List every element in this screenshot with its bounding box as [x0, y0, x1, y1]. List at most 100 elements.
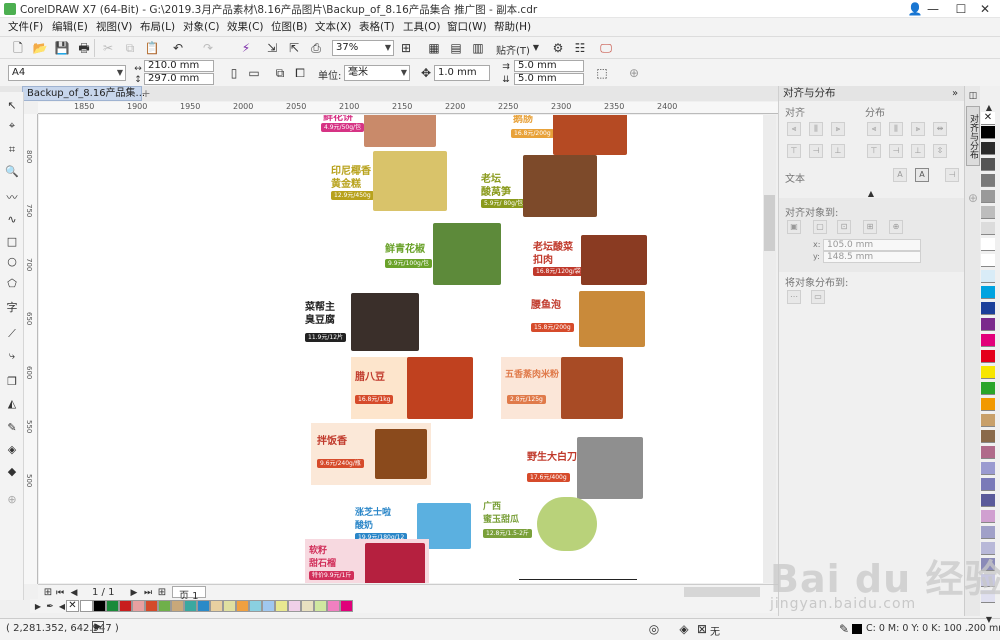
current-page-icon[interactable]: ⧠: [292, 65, 308, 81]
color-swatch[interactable]: [981, 478, 995, 491]
color-swatch[interactable]: [981, 254, 995, 267]
save-icon[interactable]: 💾: [54, 40, 70, 56]
align-right-icon[interactable]: ⫸: [831, 122, 845, 136]
distribute-top-icon[interactable]: ⊤: [867, 144, 881, 158]
print-icon[interactable]: 🖶: [76, 40, 92, 56]
scrollbar-thumb[interactable]: [764, 195, 775, 251]
drop-shadow-icon[interactable]: ❐: [4, 374, 20, 390]
minimize-button[interactable]: —: [918, 0, 948, 18]
page-edge-icon[interactable]: ▢: [813, 220, 827, 234]
menu-window[interactable]: 窗口(W): [447, 19, 487, 34]
color-swatch[interactable]: [275, 600, 288, 612]
color-swatch[interactable]: [981, 270, 995, 283]
color-swatch[interactable]: [197, 600, 210, 612]
color-swatch[interactable]: [981, 334, 995, 347]
parallel-dimension-icon[interactable]: ⟋: [4, 326, 20, 342]
smart-fill-icon[interactable]: ◆: [4, 464, 20, 480]
product-tile[interactable]: 五香蒸肉米粉 2.8元/125g: [501, 357, 623, 419]
color-swatch[interactable]: [184, 600, 197, 612]
menu-object[interactable]: 对象(C): [183, 19, 220, 34]
distribute-spacing-h-icon[interactable]: ⇹: [933, 122, 947, 136]
text-tool-icon[interactable]: 字: [4, 300, 20, 316]
text-bounding-box-icon[interactable]: A: [915, 168, 929, 182]
distribute-page-icon[interactable]: ▭: [811, 290, 825, 304]
color-swatch[interactable]: [981, 222, 995, 235]
color-swatch[interactable]: [981, 126, 995, 139]
vertical-ruler[interactable]: 800 750 700 650 600 550 500: [24, 114, 38, 584]
freehand-tool-icon[interactable]: 〰: [4, 190, 20, 206]
color-swatch[interactable]: [171, 600, 184, 612]
color-swatch[interactable]: [236, 600, 249, 612]
color-swatch[interactable]: [981, 494, 995, 507]
page-center-icon[interactable]: ⊡: [837, 220, 851, 234]
menu-file[interactable]: 文件(F): [8, 19, 43, 34]
color-proof-icon[interactable]: ◎: [646, 621, 662, 637]
menu-layout[interactable]: 布局(L): [140, 19, 175, 34]
color-swatch[interactable]: [314, 600, 327, 612]
menu-effects[interactable]: 效果(C): [227, 19, 264, 34]
open-icon[interactable]: 📂: [32, 40, 48, 56]
menu-tools[interactable]: 工具(O): [403, 19, 440, 34]
color-swatch[interactable]: [340, 600, 353, 612]
color-swatch[interactable]: [981, 286, 995, 299]
show-guidelines-icon[interactable]: ▥: [470, 40, 486, 56]
all-pages-icon[interactable]: ⧉: [272, 65, 288, 81]
product-tile[interactable]: 拌饭香 9.6元/240g/瓶: [311, 423, 431, 485]
distribute-bottom-icon[interactable]: ⊥: [911, 144, 925, 158]
add-tool-icon[interactable]: ⊕: [4, 492, 20, 508]
page-border-icon[interactable]: ⬚: [594, 65, 610, 81]
product-tile[interactable]: 菜帮主 臭豆腐 11.9元/12片: [301, 293, 421, 351]
export-icon[interactable]: ⇱: [286, 40, 302, 56]
color-swatch[interactable]: [981, 318, 995, 331]
paste-icon[interactable]: 📋: [144, 40, 160, 56]
distribute-selection-icon[interactable]: ⋯: [787, 290, 801, 304]
landscape-icon[interactable]: ▭: [246, 65, 262, 81]
color-swatch[interactable]: [288, 600, 301, 612]
align-y-input[interactable]: 148.5 mm: [823, 251, 921, 263]
no-fill-swatch[interactable]: ✕: [66, 600, 79, 612]
add-icon[interactable]: ⊕: [626, 65, 642, 81]
product-tile[interactable]: 老坛酸菜 扣肉 16.8元/120g/袋: [529, 233, 649, 289]
color-swatch[interactable]: [145, 600, 158, 612]
color-swatch[interactable]: [210, 600, 223, 612]
cut-icon[interactable]: ✂: [100, 40, 116, 56]
product-tile[interactable]: 野生大白刀 17.6元/400g: [525, 437, 645, 499]
monitor-icon[interactable]: 🖵: [598, 40, 614, 56]
active-objects-icon[interactable]: ▣: [787, 220, 801, 234]
color-swatch[interactable]: [981, 446, 995, 459]
redo-icon[interactable]: ↷: [200, 40, 216, 56]
fill-bucket-icon[interactable]: ◈: [676, 621, 692, 637]
chevron-down-icon[interactable]: ▼: [528, 40, 544, 56]
align-top-icon[interactable]: ⊤: [787, 144, 801, 158]
color-swatch[interactable]: [301, 600, 314, 612]
copy-icon[interactable]: ⧉: [122, 40, 138, 56]
search-content-icon[interactable]: ⚡: [238, 40, 254, 56]
vertical-scrollbar[interactable]: [763, 115, 776, 583]
align-center-h-icon[interactable]: ⫼: [809, 122, 823, 136]
distribute-right-icon[interactable]: ⫸: [911, 122, 925, 136]
artistic-media-icon[interactable]: ∿: [4, 212, 20, 228]
eyedropper-tool-icon[interactable]: ✎: [4, 420, 20, 436]
shape-tool-icon[interactable]: ⌖: [4, 118, 20, 134]
close-button[interactable]: ✕: [970, 0, 1000, 18]
menu-edit[interactable]: 编辑(E): [52, 19, 88, 34]
color-swatch[interactable]: [119, 600, 132, 612]
product-tile[interactable]: 广西 蜜玉甜瓜 12.8元/1.5-2斤: [479, 495, 599, 553]
menu-text[interactable]: 文本(X): [315, 19, 351, 34]
color-swatch[interactable]: [981, 190, 995, 203]
ellipse-tool-icon[interactable]: ○: [4, 254, 20, 270]
menu-table[interactable]: 表格(T): [359, 19, 395, 34]
color-swatch[interactable]: [981, 382, 995, 395]
product-tile[interactable]: 腊八豆 16.8元/1kg: [351, 357, 473, 419]
menu-view[interactable]: 视图(V): [96, 19, 132, 34]
horizontal-ruler[interactable]: 1850 1900 1950 2000 2050 2100 2150 2200 …: [38, 102, 778, 114]
add-docker-icon[interactable]: ⊕: [965, 190, 981, 206]
color-swatch[interactable]: [80, 600, 93, 612]
polygon-tool-icon[interactable]: ⬠: [4, 276, 20, 292]
import-icon[interactable]: ⇲: [264, 40, 280, 56]
zoom-tool-icon[interactable]: 🔍: [4, 164, 20, 180]
color-swatch[interactable]: [981, 142, 995, 155]
full-screen-icon[interactable]: ⊞: [398, 40, 414, 56]
distribute-center-icon[interactable]: ⫼: [889, 122, 903, 136]
product-tile[interactable]: 软籽 甜石榴 特价9.9元/1斤: [305, 539, 429, 583]
